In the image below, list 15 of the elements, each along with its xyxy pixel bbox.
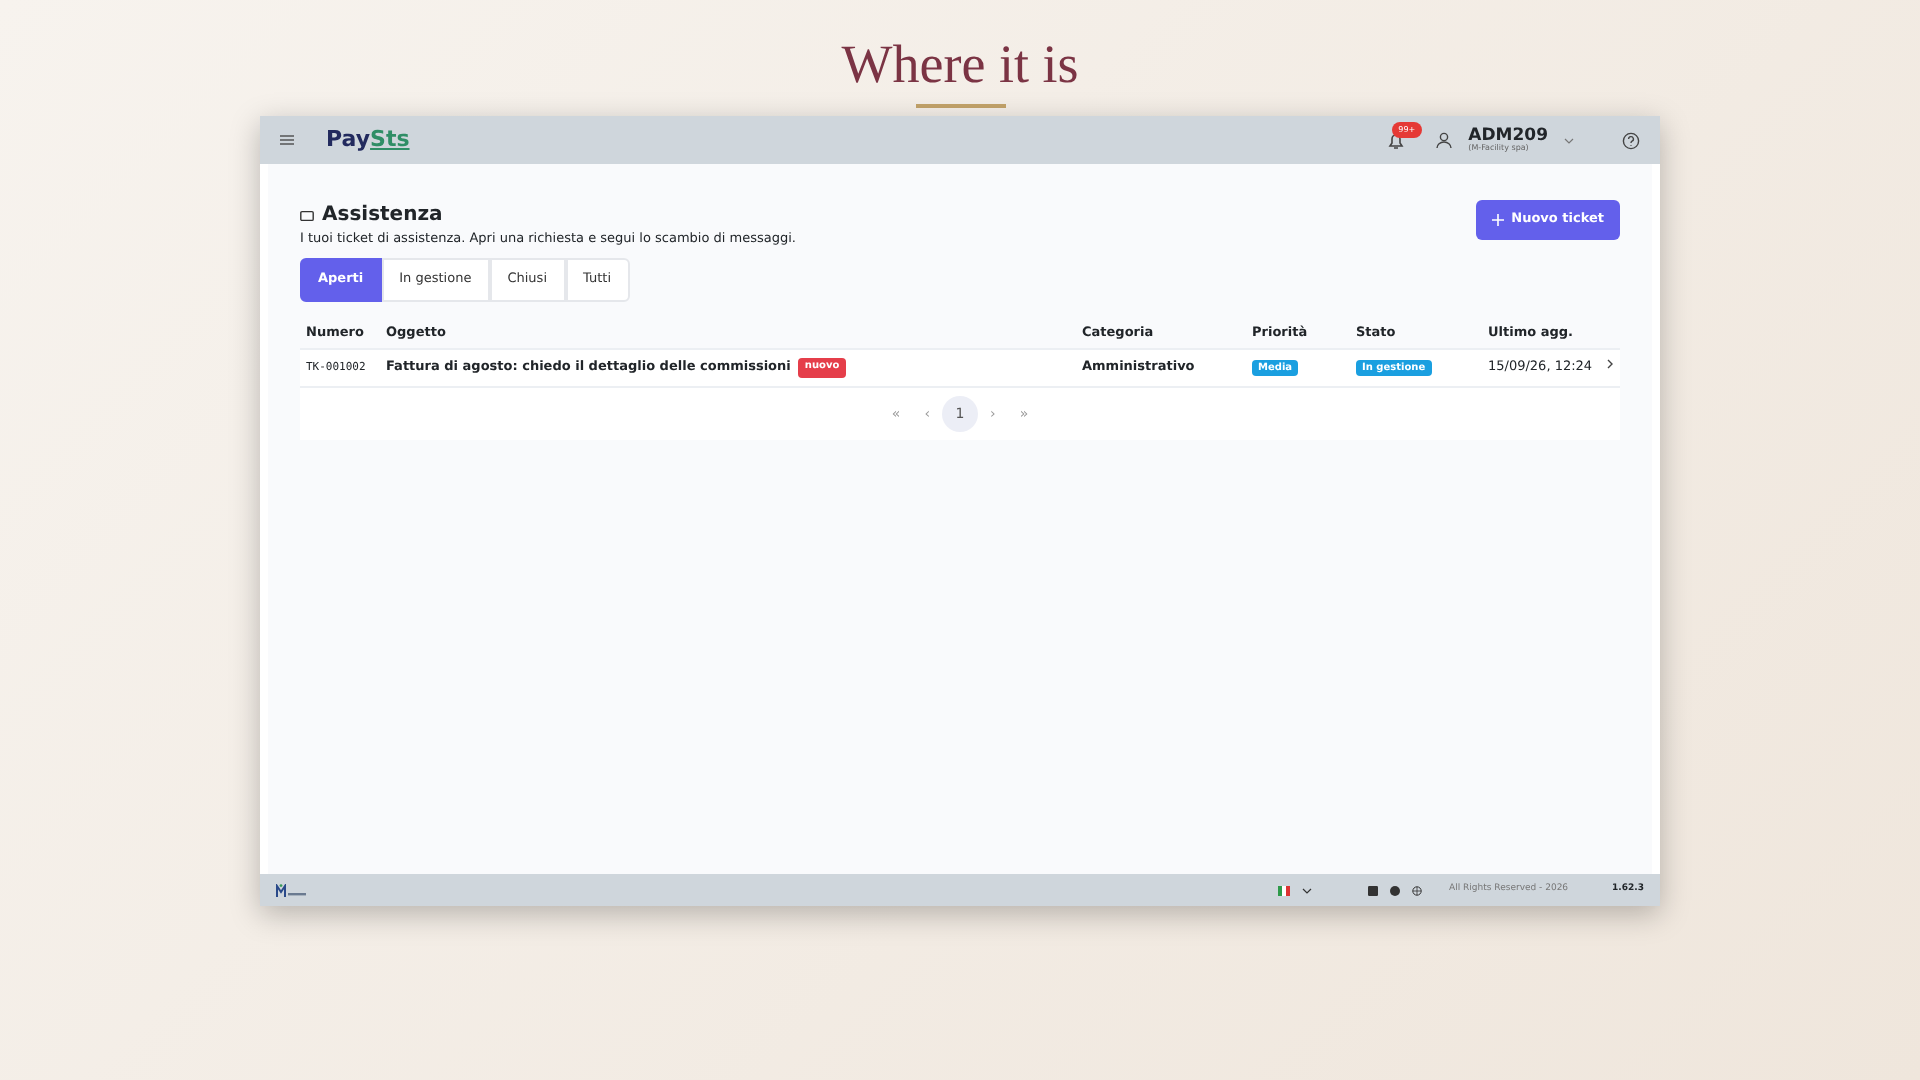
logo[interactable]: PaySts xyxy=(326,123,410,157)
globe-icon[interactable] xyxy=(1411,885,1422,895)
user-name[interactable]: ADM209 xyxy=(1468,127,1548,145)
slide-title: Where it is xyxy=(839,32,1081,96)
chevron-right-icon[interactable] xyxy=(1606,358,1614,371)
company-logo-icon xyxy=(276,883,308,897)
chevron-down-icon[interactable] xyxy=(1301,887,1312,893)
page-title: Assistenza xyxy=(322,202,443,230)
menu-icon[interactable] xyxy=(280,134,294,146)
italy-flag-icon[interactable] xyxy=(1277,885,1290,895)
plus-icon xyxy=(1491,213,1504,226)
user-icon[interactable] xyxy=(1436,132,1453,148)
help-icon[interactable] xyxy=(1622,131,1640,149)
ticket-icon xyxy=(300,209,314,221)
bell-icon[interactable] xyxy=(1388,131,1405,149)
